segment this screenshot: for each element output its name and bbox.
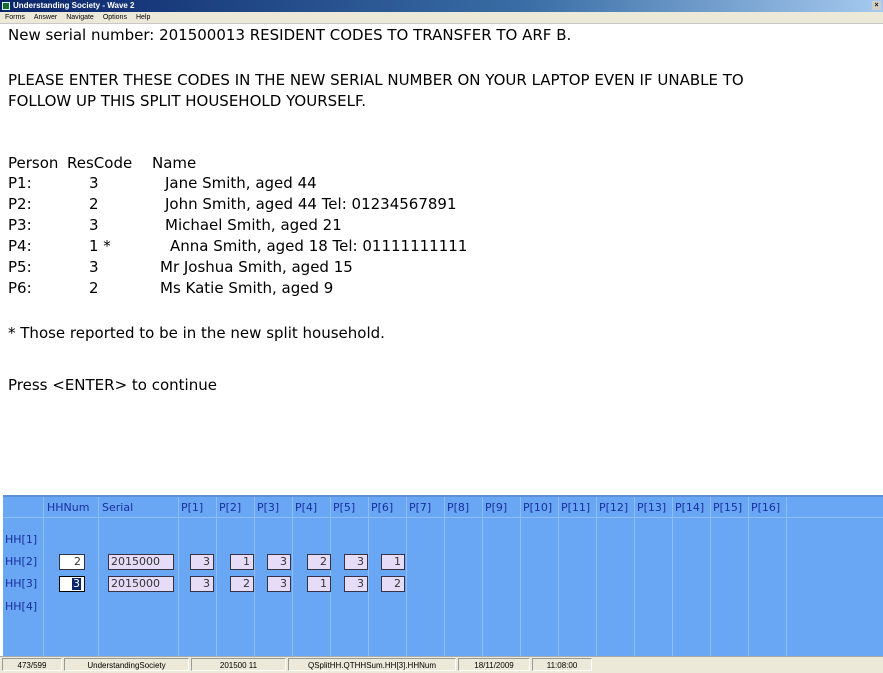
- person-name: Mr Joshua Smith, aged 15: [160, 258, 353, 276]
- column-header-p14: P[14]: [675, 501, 705, 514]
- row-header-hh2: HH[2]: [5, 555, 38, 568]
- menu-navigate[interactable]: Navigate: [61, 12, 98, 23]
- col-name-header: Name: [152, 154, 197, 172]
- person-id: P3:: [8, 216, 32, 234]
- row-header-hh3: HH[3]: [5, 577, 38, 590]
- column-header-p9: P[9]: [485, 501, 508, 514]
- col-rescode-header: ResCode: [67, 154, 133, 172]
- person-id: P2:: [8, 195, 32, 213]
- column-header-p3: P[3]: [257, 501, 280, 514]
- person-code: 2: [89, 195, 99, 213]
- status-time: 11:08:00: [532, 658, 592, 671]
- person-name: Michael Smith, aged 21: [165, 216, 342, 234]
- column-header-p16: P[16]: [751, 501, 781, 514]
- person-code-cell[interactable]: 2: [307, 554, 331, 570]
- column-header-p7: P[7]: [409, 501, 432, 514]
- column-header-p10: P[10]: [523, 501, 553, 514]
- column-header-p2: P[2]: [219, 501, 242, 514]
- serial-line: New serial number: 201500013 RESIDENT CO…: [8, 26, 572, 44]
- column-header-p1: P[1]: [181, 501, 204, 514]
- question-panel: New serial number: 201500013 RESIDENT CO…: [0, 23, 883, 494]
- footnote: * Those reported to be in the new split …: [8, 324, 385, 342]
- row-header-hh4: HH[4]: [5, 600, 38, 613]
- person-id: P4:: [8, 237, 32, 255]
- person-id: P5:: [8, 258, 32, 276]
- menu-answer[interactable]: Answer: [29, 12, 61, 23]
- person-code-cell[interactable]: 1: [381, 554, 405, 570]
- column-header-p6: P[6]: [371, 501, 394, 514]
- person-code: 1 *: [89, 237, 111, 255]
- hhnum-cell[interactable]: 2: [59, 554, 85, 570]
- status-position: 473/599: [2, 658, 62, 671]
- person-code-cell[interactable]: 3: [267, 554, 291, 570]
- column-header-serial: Serial: [102, 501, 134, 514]
- person-code-cell[interactable]: 1: [230, 554, 254, 570]
- person-code: 3: [89, 174, 99, 192]
- person-code-cell[interactable]: 3: [190, 554, 214, 570]
- col-person-header: Person: [8, 154, 59, 172]
- person-code-cell[interactable]: 3: [344, 554, 368, 570]
- title-bar: Understanding Society - Wave 2 ×: [0, 0, 883, 12]
- column-header-p5: P[5]: [333, 501, 356, 514]
- status-survey: UnderstandingSociety: [64, 658, 189, 671]
- person-code-cell[interactable]: 3: [190, 576, 214, 592]
- household-grid: HHNum Serial P[1] P[2] P[3] P[4] P[5] P[…: [3, 495, 883, 657]
- window-title: Understanding Society - Wave 2: [13, 1, 135, 10]
- status-bar: 473/599 UnderstandingSociety 201500 11 Q…: [0, 656, 883, 673]
- instruction-line-2: FOLLOW UP THIS SPLIT HOUSEHOLD YOURSELF.: [8, 92, 366, 110]
- person-name: John Smith, aged 44 Tel: 01234567891: [165, 195, 457, 213]
- status-field: QSplitHH.QTHHSum.HH[3].HHNum: [288, 658, 456, 671]
- column-header-p15: P[15]: [713, 501, 743, 514]
- column-header-p4: P[4]: [295, 501, 318, 514]
- menu-options[interactable]: Options: [98, 12, 131, 23]
- close-icon[interactable]: ×: [872, 1, 881, 10]
- menu-forms[interactable]: Forms: [0, 12, 29, 23]
- person-code-cell[interactable]: 2: [381, 576, 405, 592]
- instruction-line-1: PLEASE ENTER THESE CODES IN THE NEW SERI…: [8, 71, 744, 89]
- person-code-cell[interactable]: 2: [230, 576, 254, 592]
- status-serial: 201500 11: [191, 658, 286, 671]
- column-header-p11: P[11]: [561, 501, 591, 514]
- status-date: 18/11/2009: [458, 658, 530, 671]
- person-code: 3: [89, 258, 99, 276]
- row-header-hh1: HH[1]: [5, 533, 38, 546]
- person-id: P6:: [8, 279, 32, 297]
- continue-prompt: Press <ENTER> to continue: [8, 376, 217, 394]
- person-name: Anna Smith, aged 18 Tel: 01111111111: [170, 237, 468, 255]
- column-header-p8: P[8]: [447, 501, 470, 514]
- person-code-cell[interactable]: 1: [307, 576, 331, 592]
- hhnum-cell-active[interactable]: 3: [59, 576, 85, 592]
- person-id: P1:: [8, 174, 32, 192]
- column-header-p12: P[12]: [599, 501, 629, 514]
- person-name: Ms Katie Smith, aged 9: [160, 279, 334, 297]
- menu-bar: Forms Answer Navigate Options Help: [0, 12, 883, 23]
- person-code: 3: [89, 216, 99, 234]
- hhnum-selected-value[interactable]: 3: [72, 578, 81, 590]
- menu-help[interactable]: Help: [131, 12, 154, 23]
- column-header-hhnum: HHNum: [47, 501, 90, 514]
- column-header-p13: P[13]: [637, 501, 667, 514]
- app-icon: [2, 2, 10, 10]
- serial-cell[interactable]: 2015000: [108, 576, 174, 592]
- person-code: 2: [89, 279, 99, 297]
- serial-cell[interactable]: 2015000: [108, 554, 174, 570]
- person-name: Jane Smith, aged 44: [165, 174, 317, 192]
- person-code-cell[interactable]: 3: [344, 576, 368, 592]
- person-code-cell[interactable]: 3: [267, 576, 291, 592]
